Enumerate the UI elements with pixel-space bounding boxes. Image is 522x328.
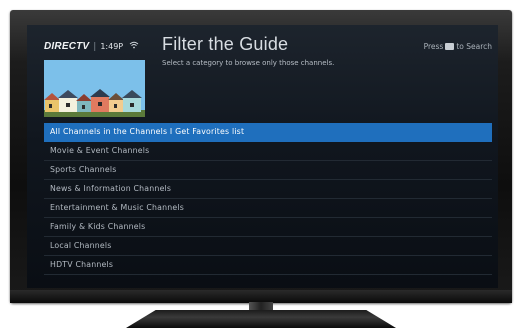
filter-item-entertainment-music[interactable]: Entertainment & Music Channels <box>44 199 492 218</box>
page-title: Filter the Guide <box>162 34 289 54</box>
status-bar: DIRECTV | 1:49P <box>44 41 139 52</box>
filter-item-movie-event[interactable]: Movie & Event Channels <box>44 142 492 161</box>
separator: | <box>93 41 97 52</box>
tv-screen: DIRECTV | 1:49P Filter the Guide Select … <box>27 25 498 288</box>
filter-item-hdtv[interactable]: HDTV Channels <box>44 256 492 275</box>
filter-item-all-channels[interactable]: All Channels in the Channels I Get Favor… <box>44 123 492 142</box>
filter-item-sports[interactable]: Sports Channels <box>44 161 492 180</box>
search-hint: Press to Search <box>424 42 492 51</box>
search-hint-prefix: Press <box>423 42 444 51</box>
wifi-icon <box>129 41 139 52</box>
preview-thumbnail <box>44 60 145 117</box>
search-hint-suffix: to Search <box>456 42 492 51</box>
tv-stand-neck <box>249 302 273 311</box>
remote-key-icon <box>445 43 455 50</box>
filter-item-family-kids[interactable]: Family & Kids Channels <box>44 218 492 237</box>
filter-item-local[interactable]: Local Channels <box>44 237 492 256</box>
channel-filter-list: All Channels in the Channels I Get Favor… <box>44 123 492 275</box>
page-subtitle: Select a category to browse only those c… <box>162 59 335 67</box>
clock: 1:49P <box>100 42 124 51</box>
directv-logo: DIRECTV <box>44 41 90 52</box>
filter-item-news-information[interactable]: News & Information Channels <box>44 180 492 199</box>
tv-stand-base <box>126 310 396 328</box>
